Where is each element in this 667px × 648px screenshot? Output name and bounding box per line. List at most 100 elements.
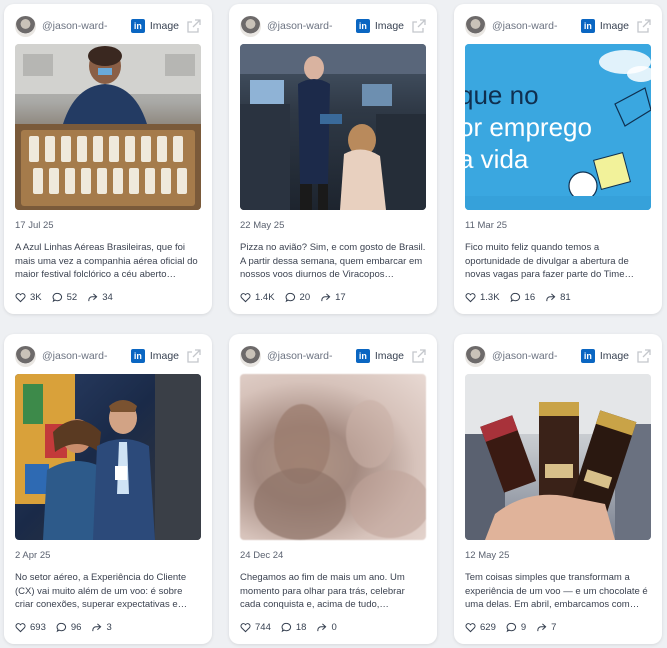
share-icon: [546, 293, 556, 302]
post-card[interactable]: @jason-ward- in Image 17 Jul 25 A Azul L…: [4, 4, 212, 314]
linkedin-icon: in: [130, 19, 145, 33]
likes-count: 1.4K: [255, 292, 275, 303]
shares-count: 81: [560, 292, 571, 303]
post-card[interactable]: @jason-ward- in Image 22 May 25 Pizza no…: [229, 4, 437, 314]
post-image[interactable]: [240, 44, 426, 210]
post-text: No setor aéreo, a Experiência do Cliente…: [15, 572, 188, 610]
engagement-stats: 1.3K 16 81: [465, 292, 651, 303]
shares-count: 7: [551, 622, 557, 633]
post-type-label: Image: [374, 350, 404, 362]
heart-icon: [15, 293, 26, 303]
external-link-icon[interactable]: [187, 349, 201, 363]
heart-icon: [240, 293, 251, 303]
linkedin-icon: in: [580, 349, 595, 363]
likes-stat: 3K: [15, 292, 42, 303]
author-handle: @jason-ward-: [42, 350, 108, 362]
post-text: Chegamos ao fim de mais um ano. Um momen…: [240, 572, 405, 610]
shares-count: 0: [331, 622, 337, 633]
post-image[interactable]: [465, 374, 651, 540]
post-card[interactable]: @jason-ward- in Image que no or emprego …: [454, 4, 662, 314]
avatar: [465, 345, 486, 367]
share-icon: [88, 293, 98, 302]
post-text: Fico muito feliz quando temos a oportuni…: [465, 242, 634, 280]
engagement-stats: 744 18 0: [240, 622, 426, 633]
post-date: 11 Mar 25: [465, 220, 508, 231]
likes-count: 629: [480, 622, 496, 633]
comments-count: 52: [66, 292, 78, 303]
likes-count: 744: [255, 622, 271, 633]
external-link-icon[interactable]: [637, 349, 651, 363]
post-text: Tem coisas simples que transformam a exp…: [465, 572, 648, 610]
post-image[interactable]: [15, 374, 201, 540]
shares-count: 17: [335, 292, 346, 303]
post-date: 2 Apr 25: [15, 550, 51, 561]
comment-icon: [52, 292, 62, 303]
image-text: a vida: [465, 144, 529, 174]
image-text: or emprego: [465, 112, 592, 142]
comments-count: 9: [520, 622, 527, 633]
linkedin-icon: in: [355, 349, 370, 363]
post-type-label: Image: [149, 20, 179, 32]
comment-icon: [510, 292, 520, 303]
post-type-label: Image: [599, 20, 629, 32]
post-card[interactable]: @jason-ward- in Image 12 May 25 Tem cois…: [454, 334, 662, 644]
post-image[interactable]: que no or emprego a vida: [465, 44, 651, 210]
share-icon: [537, 623, 547, 632]
external-link-icon[interactable]: [187, 19, 201, 33]
shares-stat: 7: [536, 622, 556, 633]
likes-count: 693: [30, 622, 46, 633]
likes-count: 1.3K: [480, 292, 500, 303]
comments-stat: 9: [506, 622, 526, 633]
engagement-stats: 693 96 3: [15, 622, 201, 633]
comments-stat: 16: [510, 292, 536, 303]
author-handle: @jason-ward-: [267, 20, 333, 32]
comments-count: 20: [299, 292, 311, 303]
external-link-icon[interactable]: [412, 19, 426, 33]
shares-stat: 34: [87, 292, 113, 303]
comments-count: 96: [70, 622, 82, 633]
heart-icon: [240, 623, 251, 633]
post-image[interactable]: [240, 374, 426, 540]
likes-stat: 693: [15, 622, 46, 633]
card-header: @jason-ward- in Image: [240, 15, 426, 37]
post-date: 22 May 25: [240, 220, 285, 231]
comments-stat: 18: [281, 622, 306, 633]
avatar: [240, 15, 261, 37]
linkedin-icon: in: [580, 19, 595, 33]
post-card[interactable]: @jason-ward- in Image 24 Dec 24 Chegamos…: [229, 334, 437, 644]
external-link-icon[interactable]: [637, 19, 651, 33]
linkedin-icon: in: [130, 349, 145, 363]
avatar: [15, 345, 36, 367]
comment-icon: [56, 622, 66, 633]
shares-stat: 3: [91, 622, 112, 633]
shares-count: 34: [102, 292, 113, 303]
heart-icon: [15, 623, 26, 633]
post-type-label: Image: [374, 20, 404, 32]
card-header: @jason-ward- in Image: [240, 345, 426, 367]
likes-stat: 1.3K: [465, 292, 500, 303]
card-header: @jason-ward- in Image: [15, 345, 201, 367]
likes-stat: 1.4K: [240, 292, 275, 303]
comments-count: 16: [524, 292, 536, 303]
post-image[interactable]: [15, 44, 201, 210]
external-link-icon[interactable]: [412, 349, 426, 363]
likes-stat: 629: [465, 622, 496, 633]
post-text: A Azul Linhas Aéreas Brasileiras, que fo…: [15, 242, 198, 280]
post-date: 12 May 25: [465, 550, 510, 561]
heart-icon: [465, 623, 476, 633]
comment-icon: [506, 622, 516, 633]
likes-stat: 744: [240, 622, 271, 633]
avatar: [465, 15, 486, 37]
engagement-stats: 3K 52 34: [15, 292, 201, 303]
post-card[interactable]: @jason-ward- in Image 2 Apr 25 No setor …: [4, 334, 212, 644]
author-handle: @jason-ward-: [492, 350, 558, 362]
post-date: 17 Jul 25: [15, 220, 54, 231]
share-icon: [92, 623, 102, 632]
engagement-stats: 1.4K 20 17: [240, 292, 426, 303]
shares-count: 3: [106, 622, 112, 633]
shares-stat: 81: [545, 292, 571, 303]
heart-icon: [465, 293, 476, 303]
comments-stat: 20: [285, 292, 311, 303]
comment-icon: [281, 622, 291, 633]
posts-grid: @jason-ward- in Image 17 Jul 25 A Azul L…: [4, 4, 662, 644]
